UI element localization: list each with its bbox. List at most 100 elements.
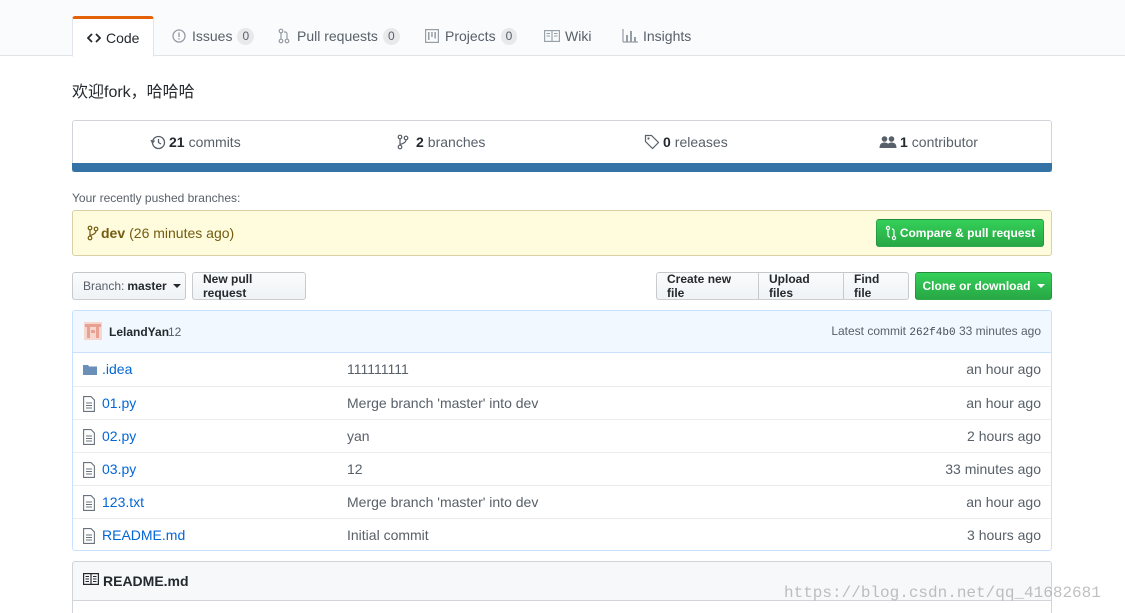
branches-link[interactable]: 2 branches (397, 121, 485, 163)
commits-count: 21 (169, 134, 185, 150)
pull-requests-counter: 0 (382, 27, 400, 45)
tab-insights[interactable]: Insights (608, 16, 705, 56)
contributors-link[interactable]: 1 contributor (879, 121, 978, 163)
project-icon (424, 28, 440, 44)
clone-or-download-button[interactable]: Clone or download (915, 272, 1052, 300)
file-age: an hour ago (966, 361, 1041, 377)
file-commit-message[interactable]: yan (347, 428, 370, 444)
tab-code[interactable]: Code (72, 16, 154, 57)
git-pull-request-icon (276, 28, 292, 44)
file-list: LelandYan 12 Latest commit 262f4b0 33 mi… (72, 310, 1052, 551)
file-commit-message[interactable]: 12 (347, 461, 363, 477)
repo-description: 欢迎fork，哈哈哈 (72, 84, 195, 101)
recent-branches-label: Your recently pushed branches: (72, 191, 241, 205)
file-name[interactable]: .idea (102, 361, 132, 377)
file-age: an hour ago (966, 494, 1041, 510)
create-new-file-label: Create new file (667, 272, 732, 300)
caret-down-icon (172, 284, 181, 288)
file-row: README.md Initial commit 3 hours ago (73, 518, 1051, 550)
file-icon (83, 495, 97, 511)
file-icon (83, 429, 97, 445)
file-row: .idea 111111111 an hour ago (73, 353, 1051, 386)
avatar[interactable] (84, 322, 102, 340)
file-icon (83, 462, 97, 478)
file-age: an hour ago (966, 395, 1041, 411)
watermark: https://blog.csdn.net/qq_41682681 (784, 584, 1101, 602)
clone-label: Clone or download (922, 279, 1031, 293)
tab-label: Issues (192, 28, 233, 44)
file-commit-message[interactable]: 111111111 (347, 361, 409, 377)
upload-files-button[interactable]: Upload files (758, 272, 844, 300)
repo-nav: Code Issues 0 Pull requests 0 Projects 0… (0, 0, 1125, 57)
compare-label: Compare & pull request (899, 226, 1036, 240)
file-age: 33 minutes ago (945, 461, 1041, 477)
commits-label: commits (188, 134, 241, 150)
tab-pull-requests[interactable]: Pull requests 0 (262, 16, 414, 56)
file-name[interactable]: 123.txt (102, 494, 144, 510)
releases-label: releases (674, 134, 728, 150)
readme-title: README.md (103, 573, 189, 589)
tab-projects[interactable]: Projects 0 (410, 16, 531, 56)
latest-commit: Latest commit 262f4b0 33 minutes ago (831, 324, 1041, 339)
tab-label: Pull requests (297, 28, 378, 44)
tab-wiki[interactable]: Wiki (530, 16, 605, 56)
branch-select-menu[interactable]: Branch: master (72, 272, 186, 300)
file-icon (83, 528, 97, 544)
history-icon (150, 134, 166, 150)
branch-prefix: Branch: (83, 279, 125, 293)
file-commit-message[interactable]: Initial commit (347, 527, 429, 543)
recent-branch-info: dev (26 minutes ago) (87, 225, 234, 241)
upload-files-label: Upload files (769, 272, 810, 300)
find-file-label: Find file (854, 272, 880, 300)
repository-language-bar[interactable] (72, 163, 1052, 172)
numbers-summary: 21 commits 2 branches 0 releases 1 contr… (72, 120, 1052, 172)
tab-label: Projects (445, 28, 496, 44)
compare-pull-request-button[interactable]: Compare & pull request (876, 219, 1044, 247)
latest-commit-prefix: Latest commit (831, 324, 907, 338)
book-icon (83, 573, 99, 589)
readme-header: README.md (83, 573, 189, 589)
graph-icon (622, 28, 638, 44)
organization-icon (879, 134, 897, 150)
file-name[interactable]: 02.py (102, 428, 136, 444)
commit-message[interactable]: 12 (168, 325, 181, 339)
commit-sha[interactable]: 262f4b0 (909, 327, 955, 339)
projects-counter: 0 (500, 27, 518, 45)
branches-label: branches (427, 134, 486, 150)
tab-label: Insights (643, 28, 692, 44)
commit-time: 33 minutes ago (958, 324, 1041, 338)
tag-icon (644, 134, 660, 150)
branches-count: 2 (416, 134, 424, 150)
recent-branch-time: (26 minutes ago) (129, 225, 235, 241)
current-branch: master (127, 279, 167, 293)
git-branch-icon (397, 134, 413, 150)
recently-pushed-branch: dev (26 minutes ago) Compare & pull requ… (72, 210, 1052, 256)
folder-icon (83, 362, 97, 378)
tab-issues[interactable]: Issues 0 (157, 16, 268, 56)
commit-author[interactable]: LelandYan (109, 325, 169, 339)
readme-body (73, 601, 1051, 613)
file-row: 03.py 12 33 minutes ago (73, 452, 1051, 485)
file-name[interactable]: 03.py (102, 461, 136, 477)
file-age: 2 hours ago (967, 428, 1041, 444)
contributors-count: 1 (900, 134, 908, 150)
find-file-button[interactable]: Find file (843, 272, 909, 300)
commits-link[interactable]: 21 commits (150, 121, 241, 163)
file-name[interactable]: README.md (102, 527, 185, 543)
tab-label: Code (106, 29, 140, 46)
file-name[interactable]: 01.py (102, 395, 136, 411)
git-branch-icon (87, 225, 99, 241)
create-new-file-button[interactable]: Create new file (656, 272, 759, 300)
commit-tease: LelandYan 12 Latest commit 262f4b0 33 mi… (73, 311, 1051, 353)
file-row: 01.py Merge branch 'master' into dev an … (73, 386, 1051, 419)
book-icon (544, 28, 560, 44)
file-commit-message[interactable]: Merge branch 'master' into dev (347, 395, 538, 411)
new-pull-request-button[interactable]: New pull request (192, 272, 306, 300)
git-compare-icon (885, 225, 897, 241)
code-icon (87, 30, 101, 46)
file-commit-message[interactable]: Merge branch 'master' into dev (347, 494, 538, 510)
releases-link[interactable]: 0 releases (644, 121, 728, 163)
file-row: 123.txt Merge branch 'master' into dev a… (73, 485, 1051, 518)
file-age: 3 hours ago (967, 527, 1041, 543)
recent-branch-name[interactable]: dev (101, 225, 125, 241)
